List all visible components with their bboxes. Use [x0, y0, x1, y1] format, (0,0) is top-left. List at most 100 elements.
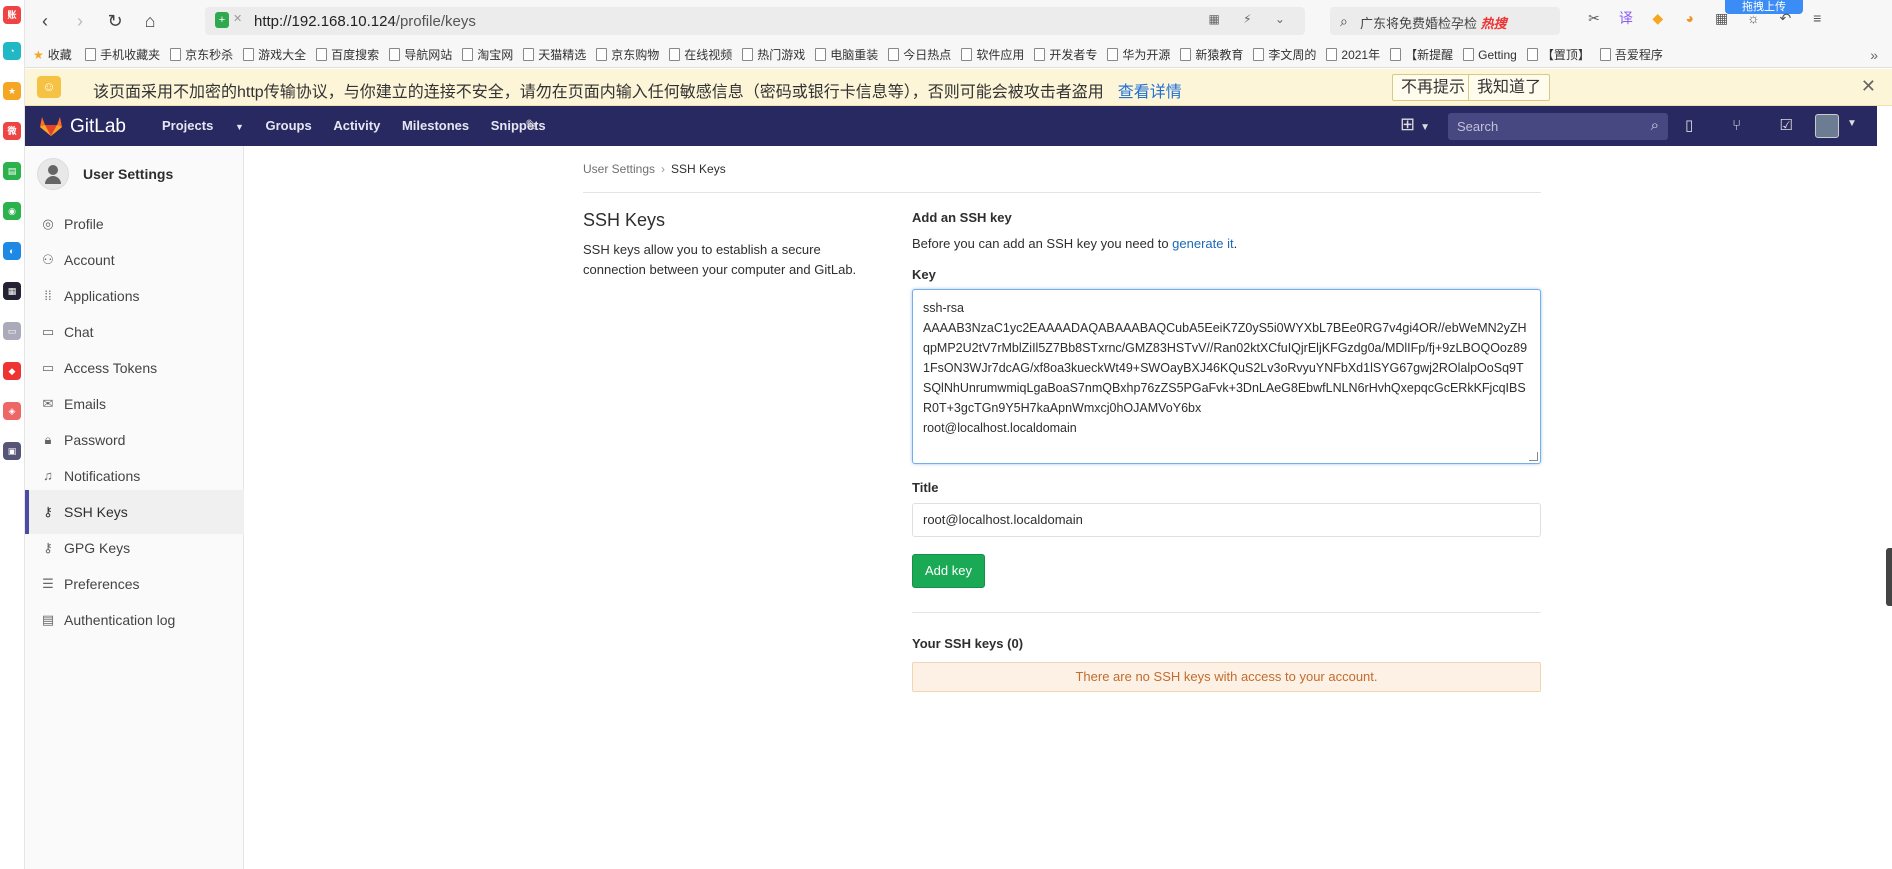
bookmark-item[interactable]: 2021年: [1326, 42, 1380, 67]
app-icon[interactable]: ▣: [3, 442, 21, 460]
bookmark-item[interactable]: 【新提醒: [1390, 42, 1453, 67]
more-bookmarks-icon[interactable]: »: [1870, 42, 1878, 67]
bookmark-item[interactable]: 在线视频: [669, 42, 732, 67]
nav-milestones[interactable]: Milestones: [402, 106, 469, 146]
bookmark-label: 百度搜索: [331, 48, 380, 62]
page-icon: [815, 48, 827, 61]
app-icon[interactable]: ▭: [3, 322, 21, 340]
bookmark-item[interactable]: 京东购物: [596, 42, 659, 67]
grid-icon[interactable]: ▦: [1708, 10, 1736, 27]
breadcrumb-current: SSH Keys: [671, 162, 726, 176]
address-tools[interactable]: ▦ ⚡ ⌄: [1209, 12, 1296, 26]
nav-activity[interactable]: Activity: [333, 106, 380, 146]
got-it-button[interactable]: 我知道了: [1468, 74, 1551, 101]
avatar[interactable]: [1815, 114, 1839, 138]
screen: 账 ◔ ★ 微 ▤ ◉ ◐ ▦ ▭ ◆ ◈ ▣ ‹ › ↻ ⌂ + ✕ http…: [0, 0, 1892, 869]
bookmark-label: 电脑重装: [830, 48, 879, 62]
new-item-icon[interactable]: ⊞ ▼: [1400, 114, 1430, 135]
scissors-icon[interactable]: ✂: [1580, 10, 1608, 27]
nav-projects[interactable]: Projects ▼: [162, 106, 244, 147]
key-textarea[interactable]: ssh-rsa AAAAB3NzaC1yc2EAAAADAQABAAABAQCu…: [912, 289, 1541, 464]
bookmark-item[interactable]: 天猫精选: [523, 42, 586, 67]
search-suggestion: 广东将免费婚检孕检 热搜: [1360, 13, 1507, 32]
sidebar-toggle-icon[interactable]: ▯: [1685, 116, 1728, 134]
bookmark-item[interactable]: 华为开源: [1107, 42, 1170, 67]
your-keys-heading: Your SSH keys (0): [912, 636, 1024, 651]
bookmark-item[interactable]: 淘宝网: [462, 42, 513, 67]
bookmark-item[interactable]: 新猿教育: [1180, 42, 1244, 67]
game-icon[interactable]: ◕: [1676, 10, 1704, 26]
home-icon[interactable]: ⌂: [138, 9, 162, 33]
chevron-down-icon: ▼: [234, 122, 244, 132]
merge-request-icon[interactable]: ⑂: [1732, 117, 1775, 134]
app-icon[interactable]: 账: [3, 6, 21, 24]
page-icon: [1326, 48, 1338, 61]
bookmark-item[interactable]: 游戏大全: [243, 42, 306, 67]
page-icon: [1390, 48, 1402, 61]
bookmark-item[interactable]: 热门游戏: [742, 42, 805, 67]
close-icon[interactable]: ✕: [1861, 76, 1876, 97]
banner-details-link[interactable]: 查看详情: [1118, 84, 1182, 101]
browser-search-box[interactable]: ⌕ 广东将免费婚检孕检 热搜: [1330, 7, 1560, 35]
bookmark-label: 新猿教育: [1195, 48, 1244, 62]
page-title: SSH Keys: [583, 210, 666, 230]
bookmark-item[interactable]: 电脑重装: [815, 42, 879, 67]
bookmark-label: 开发者专: [1049, 48, 1098, 62]
gitlab-brand[interactable]: GitLab: [70, 116, 126, 138]
toolbar-extensions: ✂ 译 ◆ ◕ ▦ ☼ ↶ ≡: [1580, 8, 1890, 34]
bookmark-item[interactable]: 吾爱程序: [1599, 42, 1663, 67]
app-icon[interactable]: ★: [3, 82, 21, 100]
undo-icon[interactable]: ↶: [1771, 10, 1799, 27]
app-icon[interactable]: ▤: [3, 162, 21, 180]
address-bar[interactable]: + ✕ http://192.168.10.124/profile/keys ▦…: [205, 7, 1305, 35]
scrollbar-handle[interactable]: [1886, 548, 1892, 606]
nav-groups[interactable]: Groups: [265, 106, 311, 146]
breadcrumb-parent[interactable]: User Settings: [583, 162, 655, 176]
bookmark-item[interactable]: Getting: [1463, 42, 1517, 67]
bookmark-item[interactable]: 手机收藏夹: [85, 42, 160, 67]
app-icon[interactable]: ◔: [3, 42, 21, 60]
sidebar-item-authentication-log[interactable]: ▤ Authentication log: [25, 598, 244, 642]
dont-remind-button[interactable]: 不再提示: [1392, 74, 1475, 101]
title-input[interactable]: root@localhost.localdomain: [912, 503, 1541, 537]
bookmark-item[interactable]: 今日热点: [888, 42, 951, 67]
extension-icon[interactable]: ◆: [1644, 10, 1672, 27]
bookmark-favorites[interactable]: ★ 收藏: [33, 42, 72, 67]
generate-it-link[interactable]: generate it: [1172, 236, 1233, 251]
search-suggestion-text: 广东将免费婚检孕检: [1360, 16, 1478, 31]
sidebar-item-label: Profile: [64, 216, 104, 232]
app-icon[interactable]: ◆: [3, 362, 21, 380]
bookmark-item[interactable]: 开发者专: [1034, 42, 1098, 67]
bookmark-item[interactable]: 导航网站: [389, 42, 452, 67]
translate-icon[interactable]: 译: [1612, 8, 1640, 28]
profile-icon: ◎: [42, 216, 54, 231]
brightness-icon[interactable]: ☼: [1739, 10, 1767, 26]
bookmark-item[interactable]: 【置顶】: [1526, 42, 1590, 67]
bookmark-item[interactable]: 京东秒杀: [170, 42, 233, 67]
bookmark-item[interactable]: 百度搜索: [316, 42, 380, 67]
page-icon: [1253, 48, 1265, 61]
menu-icon[interactable]: ≡: [1803, 10, 1831, 26]
reload-icon[interactable]: ↻: [103, 9, 127, 33]
bookmark-label: Getting: [1478, 48, 1517, 62]
app-icon[interactable]: ◐: [3, 242, 21, 260]
gitlab-logo-icon[interactable]: [39, 115, 63, 137]
search-icon: ⌕: [1340, 13, 1348, 29]
bookmark-item[interactable]: 李文周的: [1253, 42, 1316, 67]
app-icon[interactable]: ▦: [3, 282, 21, 300]
app-icon[interactable]: ◈: [3, 402, 21, 420]
breadcrumb: User Settings › SSH Keys: [583, 162, 726, 176]
add-key-button[interactable]: Add key: [912, 554, 985, 588]
title-label: Title: [912, 480, 939, 495]
bookmark-item[interactable]: 软件应用: [961, 42, 1024, 67]
chevron-down-icon[interactable]: ▼: [1847, 118, 1857, 129]
back-icon[interactable]: ‹: [33, 9, 57, 33]
account-icon: ⚇: [42, 252, 54, 267]
gitlab-search-input[interactable]: Search ⌕: [1448, 113, 1668, 140]
page-description: SSH keys allow you to establish a secure…: [583, 242, 857, 277]
app-icon[interactable]: 微: [3, 122, 21, 140]
admin-wrench-icon[interactable]: ✎: [525, 116, 538, 136]
page-icon: [85, 48, 97, 61]
app-icon[interactable]: ◉: [3, 202, 21, 220]
forward-icon[interactable]: ›: [68, 9, 92, 33]
